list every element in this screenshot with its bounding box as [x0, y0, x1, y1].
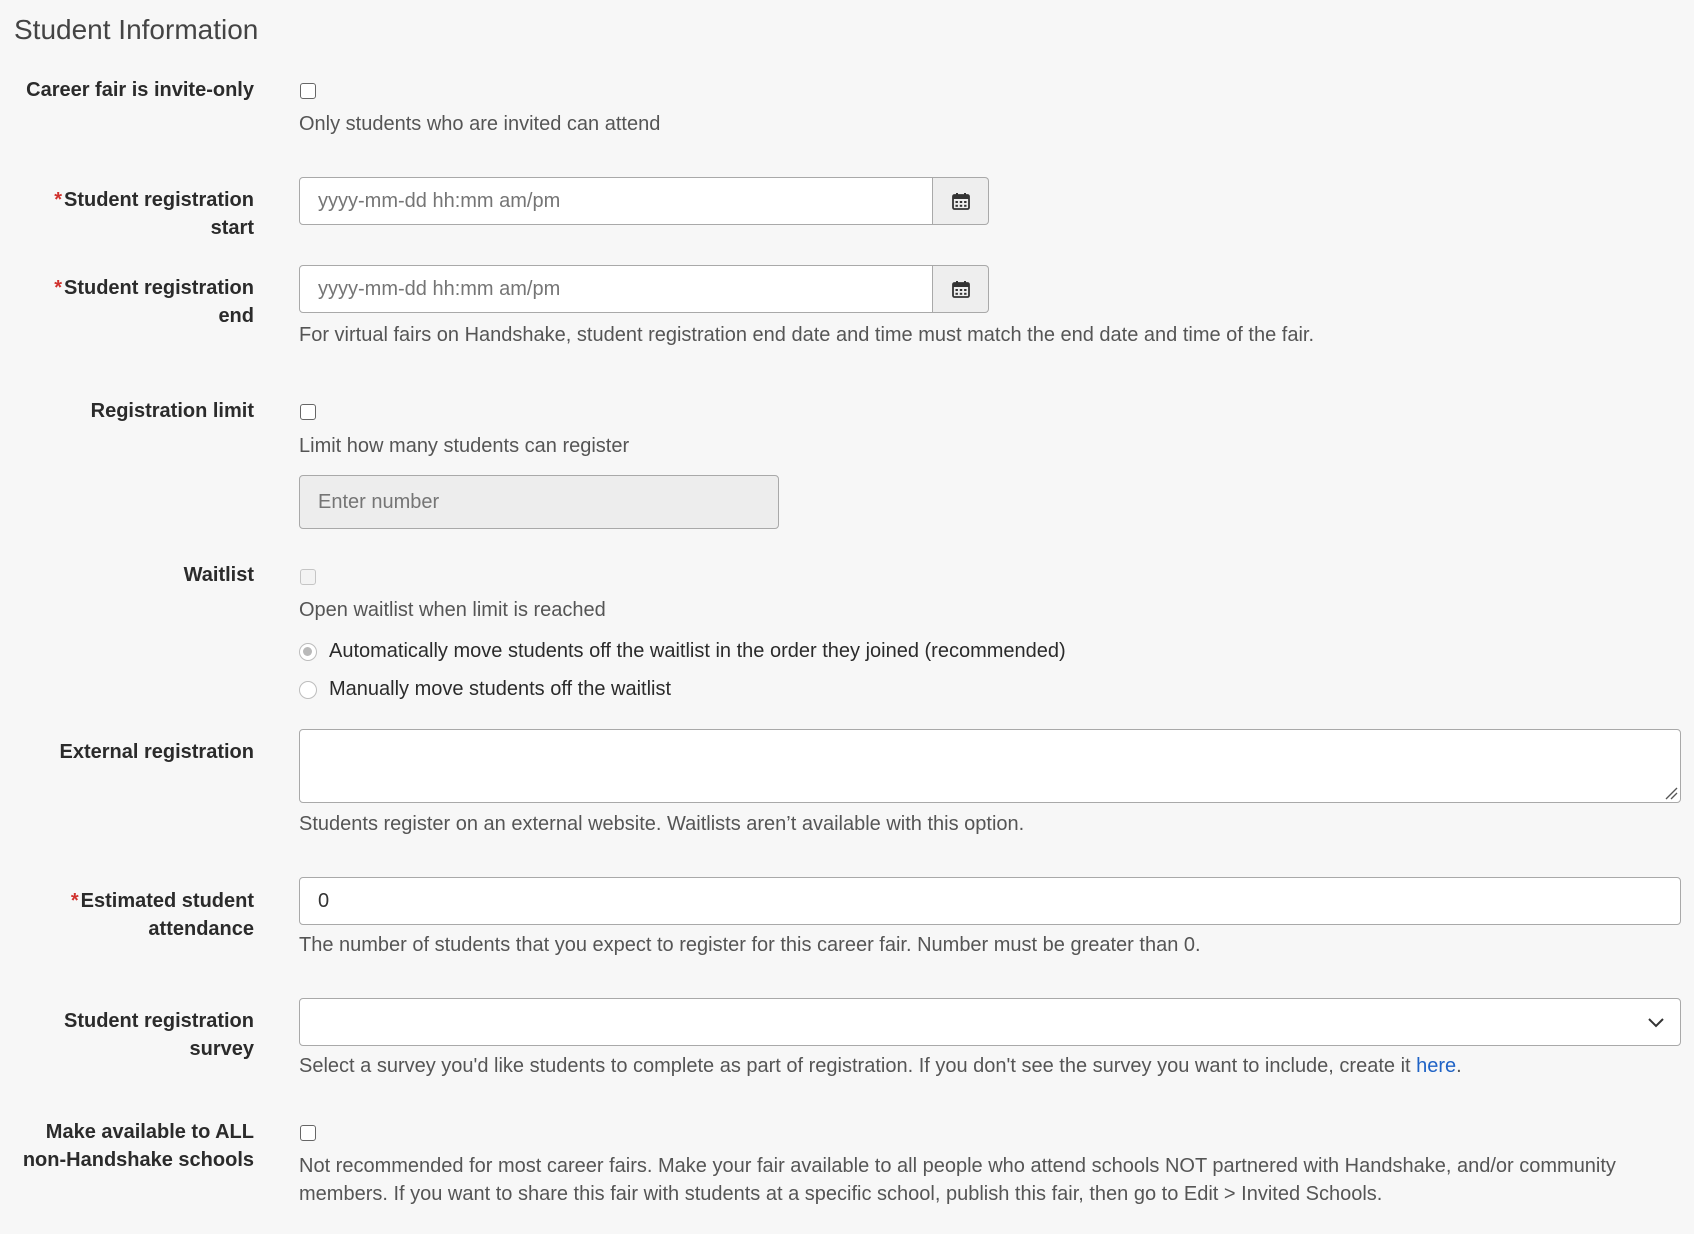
- attendance-help: The number of students that you expect t…: [299, 934, 1201, 956]
- reg-end-calendar-button[interactable]: [933, 265, 989, 313]
- reg-start-input[interactable]: [299, 177, 933, 225]
- attendance-input[interactable]: [299, 877, 1681, 925]
- required-mark: *: [54, 277, 62, 299]
- reg-end-date-group: [299, 265, 989, 313]
- invite-only-label: Career fair is invite-only: [26, 79, 254, 101]
- survey-label: Student registration survey: [63, 1010, 254, 1060]
- required-mark: *: [54, 189, 62, 211]
- invite-only-help: Only students who are invited can attend: [299, 113, 661, 135]
- calendar-icon: [951, 281, 970, 298]
- non-handshake-checkbox[interactable]: [300, 1125, 316, 1141]
- chevron-down-icon: [1648, 1018, 1664, 1028]
- survey-select[interactable]: [299, 998, 1681, 1046]
- survey-help: Select a survey you'd like students to c…: [299, 1055, 1462, 1077]
- reg-limit-label: Registration limit: [90, 400, 254, 422]
- required-mark: *: [70, 890, 79, 912]
- waitlist-option-auto[interactable]: Automatically move students off the wait…: [299, 640, 1066, 663]
- non-handshake-help: Not recommended for most career fairs. M…: [299, 1155, 1616, 1205]
- non-handshake-label: Make available to ALL non-Handshake scho…: [22, 1121, 254, 1171]
- waitlist-checkbox[interactable]: [300, 569, 316, 585]
- reg-end-label: * Student registration end: [54, 277, 254, 327]
- radio-button[interactable]: [299, 642, 317, 661]
- external-reg-help: Students register on an external website…: [299, 813, 1025, 835]
- attendance-label: * Estimated student attendance: [70, 890, 254, 940]
- reg-start-calendar-button[interactable]: [933, 177, 989, 225]
- waitlist-option-manual[interactable]: Manually move students off the waitlist: [299, 678, 671, 701]
- invite-only-checkbox[interactable]: [300, 83, 316, 99]
- section-title: Student Information: [14, 14, 259, 45]
- resize-grip-icon[interactable]: [1664, 786, 1678, 800]
- reg-limit-help: Limit how many students can register: [299, 435, 630, 457]
- reg-start-date-group: [299, 177, 989, 225]
- reg-start-label: * Student registration start: [54, 189, 254, 239]
- waitlist-label: Waitlist: [183, 564, 254, 586]
- calendar-icon: [951, 193, 970, 210]
- create-survey-link[interactable]: here: [1416, 1055, 1456, 1077]
- student-information-form: Student Information Career fair is invit…: [0, 0, 1694, 1234]
- external-reg-label: External registration: [59, 741, 254, 763]
- waitlist-help: Open waitlist when limit is reached: [299, 599, 606, 621]
- reg-end-input[interactable]: [299, 265, 933, 313]
- reg-limit-number-input[interactable]: [299, 475, 779, 529]
- external-reg-textarea[interactable]: [299, 729, 1681, 803]
- radio-button[interactable]: [299, 680, 317, 699]
- reg-limit-checkbox[interactable]: [300, 404, 316, 420]
- reg-end-help: For virtual fairs on Handshake, student …: [299, 324, 1315, 346]
